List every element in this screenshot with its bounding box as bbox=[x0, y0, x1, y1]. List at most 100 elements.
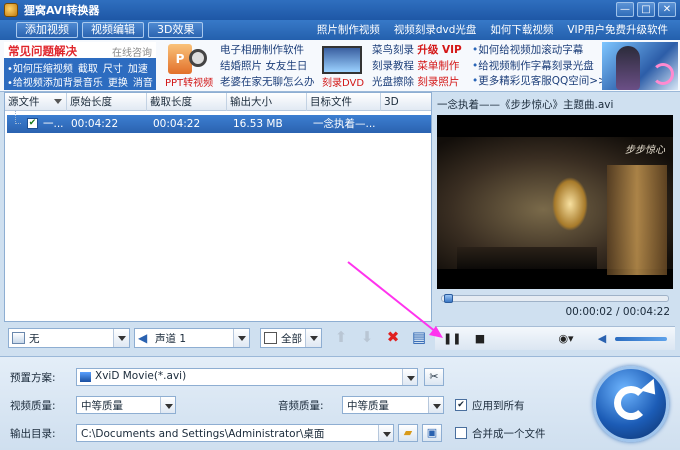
move-up-icon[interactable]: ⬆ bbox=[332, 328, 350, 346]
file-list-header: 源文件 原始长度 截取长度 输出大小 目标文件 3D bbox=[5, 93, 431, 111]
online-consult-link[interactable]: 在线咨询 bbox=[112, 44, 152, 59]
tip-link[interactable]: 给视频制作字幕刻录光盘 bbox=[472, 59, 607, 75]
dvd-promo-label: 刻录DVD bbox=[322, 78, 365, 89]
add-video-button[interactable]: 添加视频 bbox=[16, 22, 78, 38]
sort-arrow-icon bbox=[54, 99, 62, 104]
vip-upgrade-link[interactable]: VIP用户免费升级软件 bbox=[567, 22, 668, 38]
row-checkbox[interactable]: ✔ bbox=[27, 118, 38, 129]
edit-video-button[interactable]: 视频编辑 bbox=[82, 22, 144, 38]
column-header-target-file[interactable]: 目标文件 bbox=[307, 93, 381, 111]
clear-list-icon[interactable]: ▤ bbox=[410, 328, 428, 346]
promo-link[interactable]: 光盘擦除 bbox=[372, 76, 414, 88]
row-original-length: 00:04:22 bbox=[71, 118, 119, 130]
chevron-down-icon bbox=[160, 397, 175, 413]
tip-link[interactable]: 如何给视频加滚动字幕 bbox=[472, 43, 607, 59]
download-video-link[interactable]: 如何下载视频 bbox=[490, 22, 553, 38]
subtitle-select[interactable]: 无 bbox=[8, 328, 130, 348]
speaker-icon: ◀ bbox=[138, 331, 148, 345]
browse-folder-button[interactable]: ▰ bbox=[398, 424, 418, 442]
promo-link[interactable]: 菜鸟刻录 bbox=[372, 44, 414, 56]
faq-link[interactable]: 消音 bbox=[133, 78, 153, 89]
menu-links: 照片制作视频 视频刻录dvd光盘 如何下载视频 VIP用户免费升级软件 bbox=[317, 22, 668, 38]
video-preview[interactable]: 步步惊心 bbox=[437, 115, 673, 289]
film-icon bbox=[80, 372, 91, 382]
game-ad-image[interactable] bbox=[602, 42, 678, 90]
volume-slider[interactable] bbox=[615, 337, 667, 341]
table-row[interactable]: ✔ 一... 00:04:22 00:04:22 16.53 MB 一念执着—.… bbox=[7, 111, 431, 133]
preview-file-title: 一念执着——《步步惊心》主题曲.avi bbox=[437, 99, 614, 111]
list-toolbar: 无 ◀ 声道 1 全部 ⬆ ⬇ ✖ ▤ bbox=[4, 324, 432, 352]
column-header-original-length[interactable]: 原始长度 bbox=[67, 93, 147, 111]
output-dir-label: 输出目录: bbox=[10, 428, 56, 440]
window-title: 狸窝AVI转换器 bbox=[24, 4, 100, 17]
camera-icon[interactable]: ◉▾ bbox=[553, 330, 579, 348]
seek-handle[interactable] bbox=[444, 294, 453, 303]
faq-title[interactable]: 常见问题解决 bbox=[8, 43, 77, 59]
playback-time: 00:00:02 / 00:04:22 bbox=[565, 306, 670, 318]
chevron-down-icon bbox=[378, 425, 393, 441]
faq-line-1: •如何压缩视频 截取 尺寸 加速 bbox=[7, 60, 153, 75]
video-watermark: 步步惊心 bbox=[625, 145, 665, 156]
photo-to-video-link[interactable]: 照片制作视频 bbox=[317, 22, 380, 38]
chevron-down-icon bbox=[233, 329, 249, 347]
open-folder-button[interactable]: ▣ bbox=[422, 424, 442, 442]
stop-icon[interactable]: ■ bbox=[471, 330, 489, 348]
convert-button[interactable] bbox=[593, 366, 669, 442]
title-bar: 狸窝AVI转换器 — □ ✕ bbox=[0, 0, 680, 20]
film-reel-icon bbox=[189, 49, 207, 67]
row-clip-length: 00:04:22 bbox=[153, 118, 201, 130]
maximize-button[interactable]: □ bbox=[637, 2, 655, 17]
ppt-promo-label: PPT转视频 bbox=[165, 78, 214, 89]
row-target-file: 一念执着—... bbox=[313, 118, 376, 130]
volume-icon[interactable]: ◀ bbox=[593, 330, 611, 348]
promo-hot-link[interactable]: 菜单制作 bbox=[417, 60, 459, 72]
tip-link[interactable]: 更多精彩见客服QQ空间>> bbox=[472, 74, 607, 90]
range-select[interactable]: 全部 bbox=[260, 328, 322, 348]
window-controls: — □ ✕ bbox=[616, 2, 676, 17]
faq-link[interactable]: •给视频添加背景音乐 bbox=[7, 78, 103, 89]
burn-dvd-promo[interactable]: 刻录DVD bbox=[318, 42, 366, 90]
player-controls: ❚❚ ■ ◉▾ ◀ bbox=[435, 326, 675, 350]
promo-hot-link[interactable]: 刻录照片 bbox=[417, 76, 459, 88]
minimize-button[interactable]: — bbox=[616, 2, 634, 17]
promo-link[interactable]: 电子相册制作软件 bbox=[220, 42, 315, 58]
audio-quality-label: 音频质量: bbox=[278, 400, 324, 412]
audio-quality-select[interactable]: 中等质量 bbox=[342, 396, 444, 414]
delete-icon[interactable]: ✖ bbox=[384, 328, 402, 346]
ppt-to-video-promo[interactable]: P PPT转视频 bbox=[165, 42, 214, 90]
tips-links: 如何给视频加滚动字幕 给视频制作字幕刻录光盘 更多精彩见客服QQ空间>> bbox=[472, 43, 607, 90]
audio-track-select[interactable]: ◀ 声道 1 bbox=[134, 328, 250, 348]
preset-settings-button[interactable]: ✂ bbox=[424, 368, 444, 386]
output-settings: 预置方案: XviD Movie(*.avi) ✂ 视频质量: 中等质量 音频质… bbox=[0, 356, 680, 450]
output-dir-select[interactable]: C:\Documents and Settings\Administrator\… bbox=[76, 424, 394, 442]
faq-panel: 常见问题解决 在线咨询 •如何压缩视频 截取 尺寸 加速 •给视频添加背景音乐 更换 消音 bbox=[4, 42, 156, 90]
promo-link[interactable]: 老婆在家无聊怎么办 bbox=[220, 74, 315, 90]
row-source: 一... bbox=[43, 118, 64, 130]
column-header-output-size[interactable]: 输出大小 bbox=[227, 93, 307, 111]
preset-select[interactable]: XviD Movie(*.avi) bbox=[76, 368, 418, 386]
chevron-down-icon bbox=[428, 397, 443, 413]
chevron-down-icon bbox=[113, 329, 129, 347]
faq-link[interactable]: 更换 bbox=[108, 78, 128, 89]
column-header-source[interactable]: 源文件 bbox=[5, 93, 67, 111]
video-quality-label: 视频质量: bbox=[10, 400, 56, 412]
promo-link[interactable]: 结婚照片 女友生日 bbox=[220, 58, 315, 74]
apply-all-label: 应用到所有 bbox=[472, 400, 525, 412]
column-header-3d[interactable]: 3D bbox=[381, 93, 433, 111]
column-header-clip-length[interactable]: 截取长度 bbox=[147, 93, 227, 111]
seek-bar[interactable] bbox=[441, 294, 669, 303]
move-down-icon[interactable]: ⬇ bbox=[358, 328, 376, 346]
apply-all-checkbox[interactable]: ✔ bbox=[455, 399, 467, 411]
merge-checkbox[interactable] bbox=[455, 427, 467, 439]
pause-icon[interactable]: ❚❚ bbox=[443, 330, 461, 348]
faq-line-2: •给视频添加背景音乐 更换 消音 bbox=[7, 74, 158, 89]
burn-dvd-link[interactable]: 视频刻录dvd光盘 bbox=[394, 22, 477, 38]
video-quality-select[interactable]: 中等质量 bbox=[76, 396, 176, 414]
chevron-down-icon bbox=[305, 329, 321, 347]
3d-effect-button[interactable]: 3D效果 bbox=[148, 22, 204, 38]
promo-links-1: 电子相册制作软件 结婚照片 女友生日 老婆在家无聊怎么办 bbox=[220, 42, 315, 90]
promo-link[interactable]: 刻录教程 bbox=[372, 60, 414, 72]
promo-hot-link[interactable]: 升级 VIP bbox=[417, 44, 461, 56]
file-list: 源文件 原始长度 截取长度 输出大小 目标文件 3D ✔ 一... 00:04:… bbox=[4, 92, 432, 322]
close-button[interactable]: ✕ bbox=[658, 2, 676, 17]
